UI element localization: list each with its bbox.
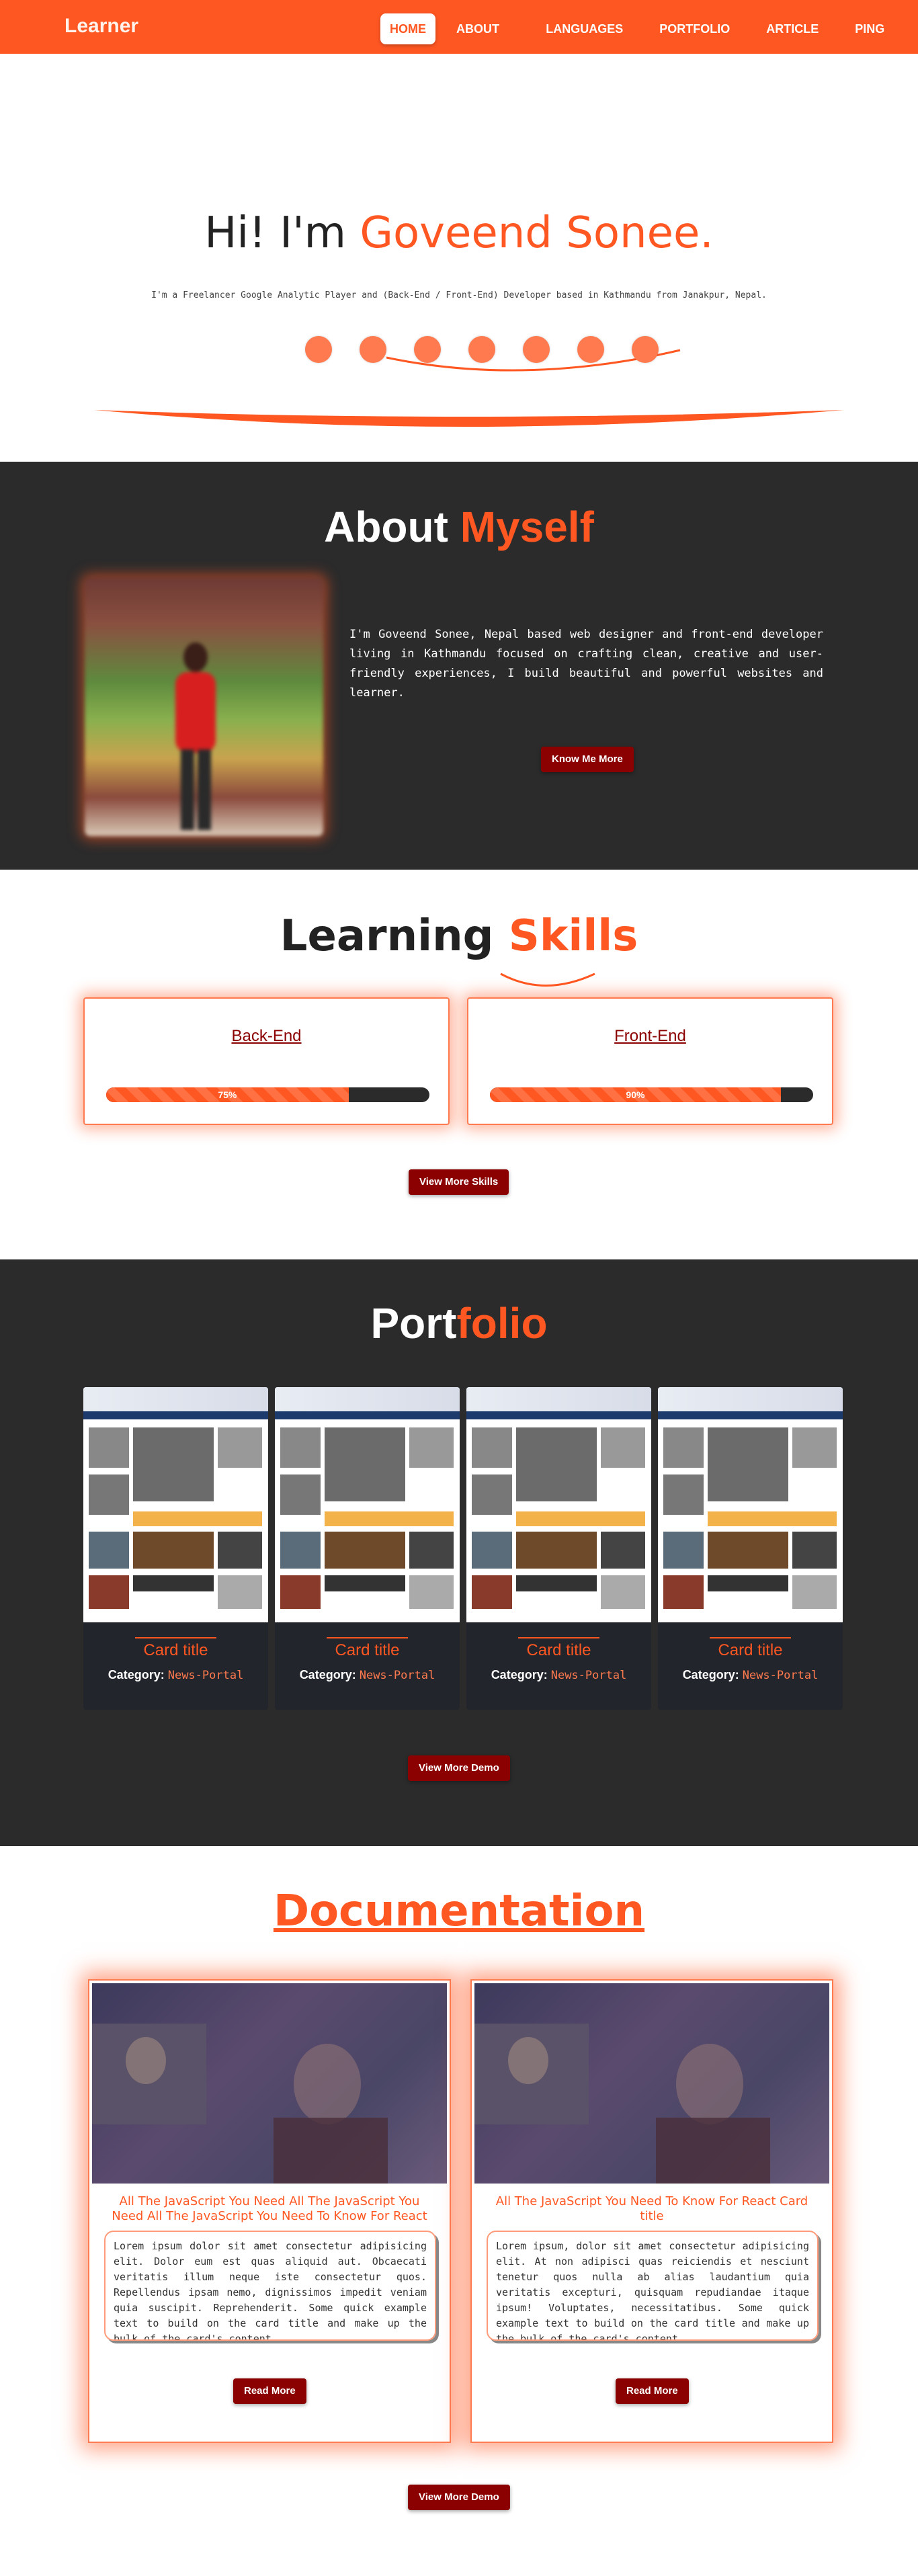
category-label: Category: [299, 1668, 356, 1681]
know-me-more-button[interactable]: Know Me More [541, 747, 634, 772]
doc-card: All The JavaScript You Need All The Java… [88, 1979, 451, 2443]
doc-card-body: Lorem ipsum dolor sit amet consectetur a… [104, 2231, 436, 2341]
skill-progress-track: 90% [490, 1087, 813, 1102]
hero-name: Goveend Sonee. [360, 208, 714, 258]
portfolio-screenshot [275, 1387, 460, 1622]
skill-card-backend: Back-End 75% [83, 997, 450, 1125]
profile-photo [85, 578, 323, 836]
category-value: News-Portal [359, 1669, 435, 1682]
portfolio-card[interactable]: Card title Category: News-Portal [83, 1387, 268, 1710]
portfolio-screenshot [466, 1387, 651, 1622]
view-more-skills-button[interactable]: View More Skills [409, 1169, 509, 1195]
nav-item-languages[interactable]: LANGUAGES [530, 13, 638, 44]
read-more-button[interactable]: Read More [233, 2378, 306, 2404]
hero-dot [360, 336, 386, 363]
card-title-rule [710, 1637, 791, 1638]
card-title: Card title [718, 1641, 783, 1659]
portfolio-title: Portfolio [0, 1298, 918, 1348]
doc-card-image [92, 1983, 447, 2184]
category-value: News-Portal [167, 1669, 244, 1682]
hero-wave-line [94, 410, 844, 427]
skills-title-plain: Learning [280, 911, 509, 961]
person-figure [175, 642, 216, 830]
portfolio-card[interactable]: Card title Category: News-Portal [658, 1387, 843, 1710]
hero-section: Hi! I'm Goveend Sonee. I'm a Freelancer … [0, 54, 918, 462]
nav-item-home[interactable]: HOME [380, 13, 435, 44]
doc-card-body: Lorem ipsum, dolor sit amet consectetur … [487, 2231, 819, 2341]
nav-item-ping-me[interactable]: PING ME [839, 13, 913, 67]
about-title: About Myself [0, 502, 918, 552]
category-label: Category: [108, 1668, 165, 1681]
skill-name: Front-End [614, 1027, 686, 1045]
card-title: Card title [143, 1641, 208, 1659]
skills-title-highlight: Skills [508, 911, 638, 961]
hero-dot [523, 336, 550, 363]
category-value: News-Portal [550, 1669, 627, 1682]
view-more-demo-button[interactable]: View More Demo [408, 1755, 510, 1781]
hero-dot [305, 336, 332, 363]
nav-item-article[interactable]: ARTICLE [751, 13, 834, 44]
skill-progress-fill: 75% [106, 1087, 349, 1102]
portfolio-title-plain: Port [370, 1299, 457, 1347]
documentation-section: Documentation All The JavaScript You Nee… [0, 1846, 918, 2576]
hero-dot [632, 336, 659, 363]
top-navbar: Learner HOME ABOUT ME LANGUAGES PORTFOLI… [0, 0, 918, 67]
portfolio-card[interactable]: Card title Category: News-Portal [275, 1387, 460, 1710]
category-label: Category: [491, 1668, 548, 1681]
card-category: Category: News-Portal [275, 1668, 460, 1682]
category-label: Category: [682, 1668, 739, 1681]
skill-progress-track: 75% [106, 1087, 429, 1102]
doc-card-heading[interactable]: All The JavaScript You Need To Know For … [485, 2194, 819, 2224]
card-title-rule [327, 1637, 408, 1638]
portfolio-card[interactable]: Card title Category: News-Portal [466, 1387, 651, 1710]
brand-logo[interactable]: Learner [65, 15, 138, 38]
card-title: Card title [335, 1641, 400, 1659]
portfolio-screenshot [658, 1387, 843, 1622]
portfolio-title-highlight: folio [456, 1299, 548, 1347]
hero-dot [577, 336, 604, 363]
about-description: I'm Goveend Sonee, Nepal based web desig… [349, 628, 823, 700]
card-category: Category: News-Portal [658, 1668, 843, 1682]
skills-underline-swoosh [500, 972, 595, 987]
doc-card-heading[interactable]: All The JavaScript You Need All The Java… [103, 2194, 436, 2224]
doc-card: All The JavaScript You Need To Know For … [470, 1979, 833, 2443]
nav-item-portfolio[interactable]: PORTFOLIO [644, 13, 745, 44]
skills-title: Learning Skills [0, 911, 918, 961]
about-section: About Myself I'm Goveend Sonee, Nepal ba… [0, 462, 918, 870]
hero-dot [414, 336, 441, 363]
portfolio-section: Portfolio Card title Category: News-Port… [0, 1259, 918, 1846]
view-more-demo-button[interactable]: View More Demo [408, 2485, 510, 2510]
nav-menu: HOME ABOUT ME LANGUAGES PORTFOLIO ARTICL… [380, 13, 918, 67]
hero-greeting: Hi! I'm [204, 208, 360, 258]
card-title: Card title [526, 1641, 591, 1659]
card-title-rule [518, 1637, 599, 1638]
card-category: Category: News-Portal [83, 1668, 268, 1682]
skill-name: Back-End [231, 1027, 302, 1045]
skill-card-frontend: Front-End 90% [467, 997, 833, 1125]
hero-title: Hi! I'm Goveend Sonee. [0, 208, 918, 258]
skill-progress-fill: 90% [490, 1087, 781, 1102]
documentation-title: Documentation [273, 1886, 645, 1936]
hero-dot [468, 336, 495, 363]
card-title-rule [135, 1637, 216, 1638]
hero-decoration [94, 349, 844, 427]
hero-subtitle: I'm a Freelancer Google Analytic Player … [151, 290, 767, 300]
skills-section: Learning Skills Back-End 75% Front-End 9… [0, 870, 918, 1259]
doc-card-image [474, 1983, 829, 2184]
portfolio-screenshot [83, 1387, 268, 1622]
about-title-highlight: Myself [460, 503, 594, 551]
card-category: Category: News-Portal [466, 1668, 651, 1682]
hero-dots [305, 336, 659, 363]
about-title-plain: About [324, 503, 460, 551]
read-more-button[interactable]: Read More [616, 2378, 689, 2404]
category-value: News-Portal [742, 1669, 819, 1682]
nav-item-about-me[interactable]: ABOUT ME [441, 13, 525, 67]
